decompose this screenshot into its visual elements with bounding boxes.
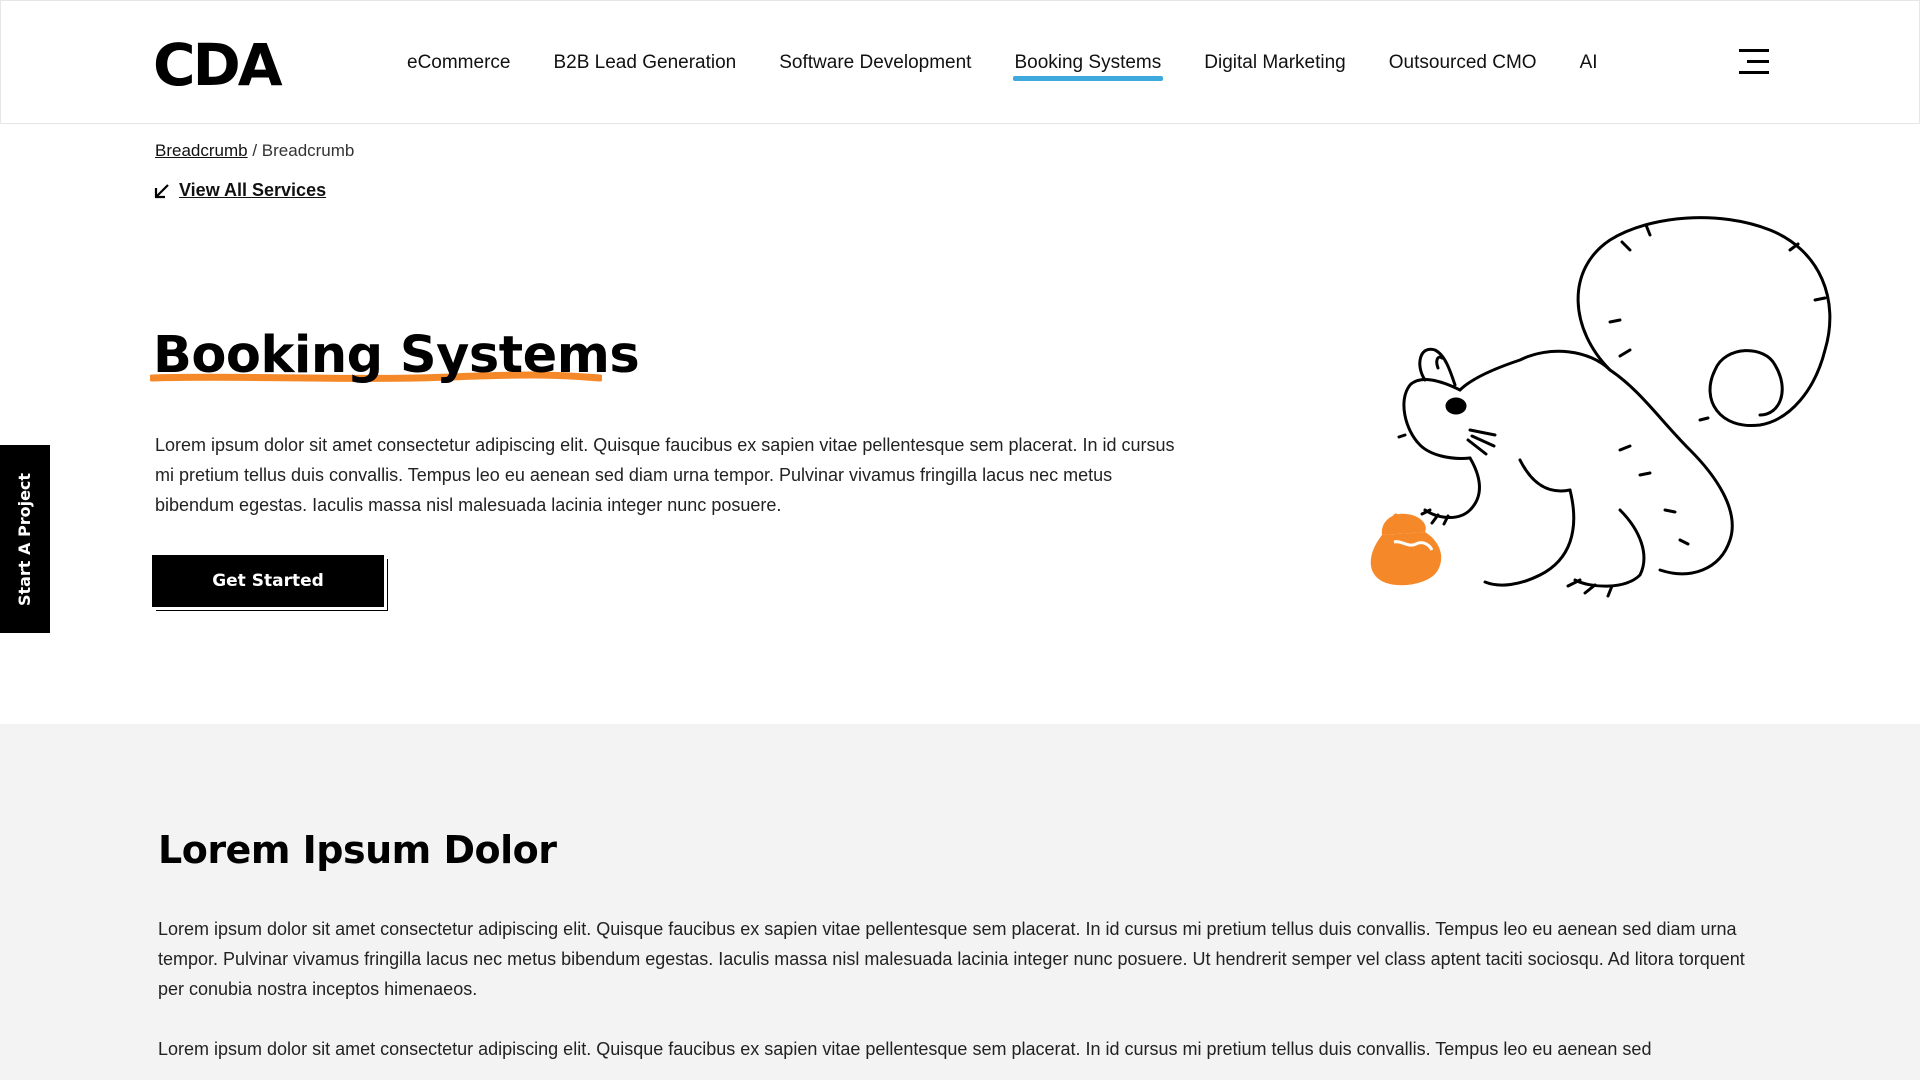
nav-item-ecommerce[interactable]: eCommerce	[407, 52, 510, 74]
nav-item-software-development[interactable]: Software Development	[779, 52, 971, 74]
breadcrumb-link[interactable]: Breadcrumb	[155, 141, 248, 160]
nav-item-booking-systems[interactable]: Booking Systems	[1013, 52, 1164, 81]
arrow-down-left-icon	[154, 183, 169, 198]
start-a-project-label: Start A Project	[15, 472, 35, 606]
nav-item-outsourced-cmo[interactable]: Outsourced CMO	[1389, 52, 1537, 74]
cda-logo[interactable]: CDA	[153, 35, 289, 91]
get-started-button[interactable]: Get Started	[152, 555, 384, 607]
section-paragraph: Lorem ipsum dolor sit amet consectetur a…	[158, 919, 1745, 999]
hamburger-menu-icon[interactable]	[1737, 47, 1771, 77]
content-section: Lorem Ipsum Dolor Lorem ipsum dolor sit …	[0, 724, 1920, 1080]
acorn-icon	[1370, 513, 1442, 586]
section-title: Lorem Ipsum Dolor	[158, 828, 557, 872]
site-header: CDA eCommerce B2B Lead Generation Softwa…	[0, 0, 1920, 124]
view-all-services-link[interactable]: View All Services	[153, 180, 326, 201]
main-nav: eCommerce B2B Lead Generation Software D…	[407, 1, 1641, 125]
nav-item-ai[interactable]: AI	[1580, 52, 1598, 74]
start-a-project-tab[interactable]: Start A Project	[0, 445, 50, 633]
nav-item-b2b-lead-generation[interactable]: B2B Lead Generation	[553, 52, 736, 74]
breadcrumb-separator: /	[247, 141, 262, 160]
svg-text:CDA: CDA	[153, 35, 283, 91]
breadcrumb: Breadcrumb / Breadcrumb	[155, 141, 354, 161]
breadcrumb-current: Breadcrumb	[261, 141, 355, 160]
section-paragraph: Lorem ipsum dolor sit amet consectetur a…	[158, 1039, 1652, 1059]
nav-item-digital-marketing[interactable]: Digital Marketing	[1204, 52, 1346, 74]
hero-description: Lorem ipsum dolor sit amet consectetur a…	[155, 435, 1175, 515]
view-all-services-label: View All Services	[179, 180, 327, 200]
squirrel-with-acorn-illustration	[1370, 216, 1832, 598]
page-title: Booking Systems	[153, 326, 640, 385]
